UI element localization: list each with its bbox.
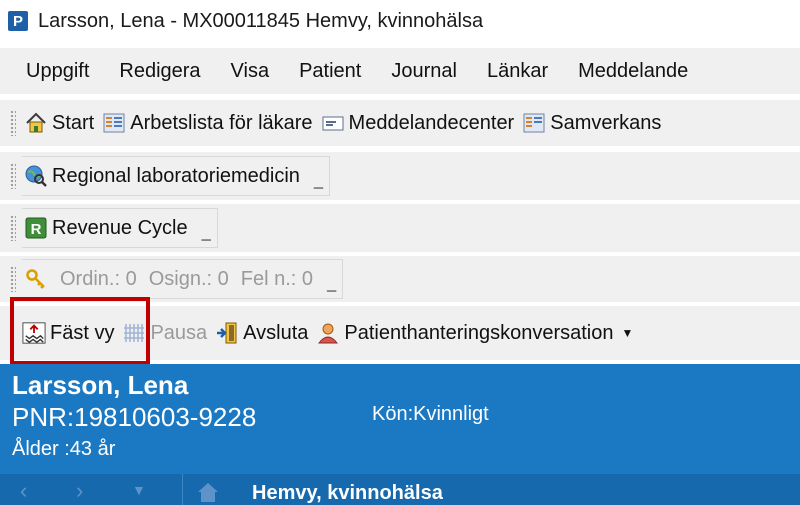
ordin-count: Ordin.: 0: [60, 267, 137, 290]
start-button[interactable]: Start: [22, 111, 100, 135]
caret-down-icon[interactable]: ▼: [621, 326, 633, 340]
menu-lankar[interactable]: Länkar: [472, 60, 563, 83]
collab-label: Samverkans: [550, 111, 662, 134]
message-icon: [321, 111, 345, 135]
patient-header: Larsson, Lena PNR:19810603-9228 Kön:Kvin…: [0, 364, 800, 474]
menu-redigera[interactable]: Redigera: [104, 60, 215, 83]
orders-status[interactable]: Ordin.: 0 Osign.: 0 Fel n.: 0: [22, 267, 319, 291]
toolbar-grip[interactable]: [10, 266, 16, 292]
menu-uppgift[interactable]: Uppgift: [0, 60, 104, 83]
avsluta-button[interactable]: Avsluta: [213, 321, 314, 345]
message-center-button[interactable]: Meddelandecenter: [319, 111, 521, 135]
toolbar-grip[interactable]: [10, 110, 16, 136]
window-title: Larsson, Lena - MX00011845 Hemvy, kvinno…: [38, 9, 484, 32]
regional-lab-button[interactable]: Regional laboratoriemedicin: [22, 164, 306, 188]
exit-door-icon: [215, 321, 239, 345]
revenue-cycle-toolbar: R Revenue Cycle ▁: [0, 204, 800, 252]
app-icon: P: [8, 11, 28, 31]
start-label: Start: [52, 111, 95, 134]
home-icon: [24, 111, 48, 135]
patient-name: Larsson, Lena: [12, 370, 189, 400]
highlight-annotation: [10, 297, 150, 365]
conversation-button[interactable]: Patienthanteringskonversation ▼: [314, 321, 639, 345]
chevron-down-icon[interactable]: ▁: [314, 175, 323, 189]
conversation-label: Patienthanteringskonversation: [344, 321, 614, 344]
menu-visa[interactable]: Visa: [216, 60, 285, 83]
navigation-toolbar: Start Arbetslista för läkare Meddelandec…: [0, 100, 800, 146]
back-arrow-icon[interactable]: ‹: [20, 478, 27, 504]
window-titlebar: P Larsson, Lena - MX00011845 Hemvy, kvin…: [0, 0, 800, 42]
regional-lab-group: Regional laboratoriemedicin ▁: [22, 156, 331, 196]
toolbar-grip[interactable]: [10, 163, 16, 189]
chevron-down-icon[interactable]: ▁: [327, 278, 336, 292]
menu-journal[interactable]: Journal: [376, 60, 472, 83]
worklist-icon: [102, 111, 126, 135]
home-icon[interactable]: [196, 480, 220, 504]
revenue-cycle-label: Revenue Cycle: [52, 216, 188, 239]
chevron-down-icon[interactable]: ▁: [202, 227, 211, 241]
revenue-cycle-button[interactable]: R Revenue Cycle: [22, 216, 194, 240]
activity-nav-strip: ‹ › ▼ Hemvy, kvinnohälsa: [0, 474, 800, 505]
forward-arrow-icon[interactable]: ›: [76, 478, 83, 504]
activity-title: Hemvy, kvinnohälsa: [252, 482, 443, 504]
patient-pnr: PNR:19810603-9228: [12, 402, 257, 432]
pausa-label: Pausa: [150, 321, 208, 344]
orders-toolbar: Ordin.: 0 Osign.: 0 Fel n.: 0 ▁: [0, 256, 800, 302]
worklist-label: Arbetslista för läkare: [130, 111, 313, 134]
toolbar-grip[interactable]: [10, 215, 16, 241]
worklist-button[interactable]: Arbetslista för läkare: [100, 111, 318, 135]
menu-patient[interactable]: Patient: [284, 60, 376, 83]
collab-button[interactable]: Samverkans: [520, 111, 667, 135]
person-icon: [316, 321, 340, 345]
message-center-label: Meddelandecenter: [348, 111, 515, 134]
globe-search-icon: [24, 164, 48, 188]
key-icon: [24, 267, 48, 291]
menu-bar: Uppgift Redigera Visa Patient Journal Lä…: [0, 48, 800, 94]
regional-lab-label: Regional laboratoriemedicin: [52, 164, 300, 187]
chevron-down-icon[interactable]: ▼: [132, 482, 146, 498]
collab-icon: [522, 111, 546, 135]
patient-age: Ålder :43 år: [12, 438, 116, 460]
regional-lab-toolbar: Regional laboratoriemedicin ▁: [0, 152, 800, 200]
patient-gender: Kön:Kvinnligt: [372, 403, 489, 425]
revenue-cycle-group: R Revenue Cycle ▁: [22, 208, 218, 248]
fel-count: Fel n.: 0: [240, 267, 314, 290]
orders-group: Ordin.: 0 Osign.: 0 Fel n.: 0 ▁: [22, 259, 344, 299]
svg-text:R: R: [31, 221, 42, 238]
nav-divider: [182, 474, 183, 505]
revenue-cycle-icon: R: [24, 216, 48, 240]
menu-meddelande[interactable]: Meddelande: [563, 60, 703, 83]
avsluta-label: Avsluta: [243, 321, 309, 344]
osign-count: Osign.: 0: [148, 267, 229, 290]
